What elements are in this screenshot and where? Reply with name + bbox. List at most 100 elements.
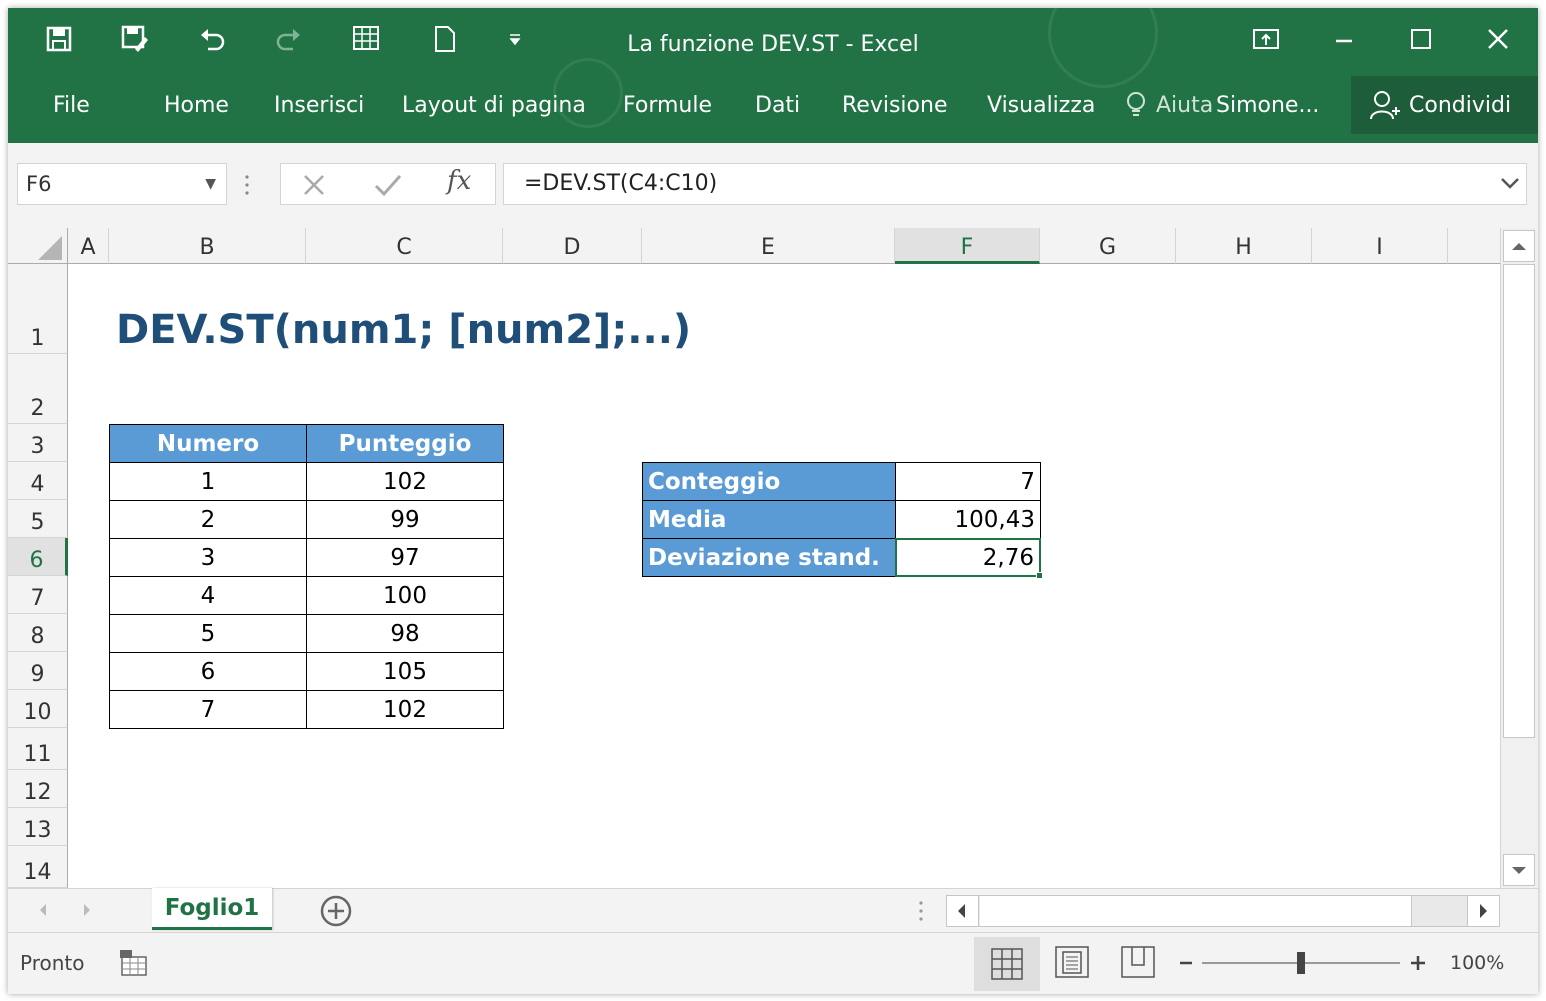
close-icon[interactable]: [1478, 22, 1518, 56]
row-header-4[interactable]: 4: [8, 462, 68, 500]
tab-inserisci[interactable]: Inserisci: [274, 93, 364, 118]
stats-value-conteggio[interactable]: 7: [895, 462, 1041, 501]
row-header-1[interactable]: 1: [8, 264, 68, 354]
stats-value-deviazione-active-cell[interactable]: 2,76: [895, 538, 1041, 577]
maximize-icon[interactable]: [1401, 22, 1441, 56]
row-header-13[interactable]: 13: [8, 808, 68, 846]
worksheet-grid[interactable]: A B C D E F G H I 1 2 3 4 5 6 7 8 9 10 1…: [8, 228, 1500, 888]
tab-layout-di-pagina[interactable]: Layout di pagina: [402, 93, 586, 118]
minimize-icon[interactable]: [1324, 22, 1364, 56]
page-layout-icon[interactable]: [1054, 945, 1090, 985]
scroll-right-icon[interactable]: [1467, 896, 1499, 926]
cancel-icon[interactable]: [301, 172, 327, 202]
row-header-3[interactable]: 3: [8, 424, 68, 462]
table-cell-numero[interactable]: 5: [109, 614, 307, 653]
macro-recording-icon[interactable]: [118, 947, 150, 983]
page-break-preview-icon[interactable]: [1120, 945, 1156, 985]
column-header-i[interactable]: I: [1312, 228, 1448, 264]
column-header-c[interactable]: C: [306, 228, 503, 264]
sheet-heading[interactable]: DEV.ST(num1; [num2];...): [116, 302, 691, 358]
tab-dati[interactable]: Dati: [755, 93, 800, 118]
split-handle-icon[interactable]: [918, 899, 924, 927]
column-header-e[interactable]: E: [642, 228, 895, 264]
table-cell-numero[interactable]: 1: [109, 462, 307, 501]
select-all-corner[interactable]: [8, 228, 68, 264]
stats-label-media[interactable]: Media: [642, 500, 896, 539]
column-header-g[interactable]: G: [1040, 228, 1176, 264]
zoom-slider[interactable]: [1202, 952, 1400, 974]
scroll-sheets-right-icon[interactable]: [80, 901, 94, 923]
table-cell-punteggio[interactable]: 105: [306, 652, 504, 691]
table-cell-numero[interactable]: 3: [109, 538, 307, 577]
row-header-12[interactable]: 12: [8, 770, 68, 808]
share-label: Condividi: [1409, 92, 1512, 118]
tab-file[interactable]: File: [53, 93, 90, 118]
table-cell-numero[interactable]: 2: [109, 500, 307, 539]
add-sheet-icon[interactable]: [318, 893, 354, 933]
enter-icon[interactable]: [373, 172, 403, 202]
row-header-9[interactable]: 9: [8, 652, 68, 690]
tab-visualizza[interactable]: Visualizza: [987, 93, 1095, 118]
sheet-tab-foglio1[interactable]: Foglio1: [152, 888, 272, 930]
stats-value-media[interactable]: 100,43: [895, 500, 1041, 539]
name-box[interactable]: F6 ▼: [17, 163, 227, 205]
horizontal-scrollbar[interactable]: [946, 895, 1500, 927]
horizontal-scroll-thumb[interactable]: [980, 896, 1412, 926]
tab-revisione[interactable]: Revisione: [842, 93, 947, 118]
table-cell-punteggio[interactable]: 98: [306, 614, 504, 653]
formula-input[interactable]: =DEV.ST(C4:C10): [503, 163, 1527, 205]
row-header-10[interactable]: 10: [8, 690, 68, 728]
row-header-6[interactable]: 6: [8, 538, 68, 576]
vertical-scrollbar[interactable]: [1500, 228, 1538, 888]
row-header-11[interactable]: 11: [8, 728, 68, 770]
user-account[interactable]: Simone...: [1216, 93, 1319, 118]
share-button[interactable]: Condividi: [1351, 76, 1538, 134]
zoom-slider-thumb[interactable]: [1297, 952, 1305, 974]
table-cell-punteggio[interactable]: 102: [306, 462, 504, 501]
chevron-down-icon[interactable]: ▼: [205, 164, 216, 204]
tab-formule[interactable]: Formule: [623, 93, 712, 118]
row-header-7[interactable]: 7: [8, 576, 68, 614]
zoom-level[interactable]: 100%: [1450, 952, 1504, 974]
window-title: La funzione DEV.ST - Excel: [627, 32, 919, 57]
table-cell-numero[interactable]: 6: [109, 652, 307, 691]
stats-label-conteggio[interactable]: Conteggio: [642, 462, 896, 501]
sheet-tabs-bar: Foglio1: [8, 888, 1538, 932]
tell-me-search[interactable]: Aiuta: [1156, 93, 1212, 118]
scroll-up-icon[interactable]: [1503, 230, 1535, 262]
table-cell-numero[interactable]: 7: [109, 690, 307, 729]
row-header-8[interactable]: 8: [8, 614, 68, 652]
stats-label-deviazione[interactable]: Deviazione stand.: [642, 538, 896, 577]
table-cell-punteggio[interactable]: 99: [306, 500, 504, 539]
resize-handle-icon[interactable]: [244, 173, 250, 197]
column-header-f[interactable]: F: [895, 228, 1040, 264]
normal-view-button[interactable]: [974, 937, 1040, 991]
zoom-in-icon[interactable]: [1408, 953, 1428, 977]
table-cell-punteggio[interactable]: 102: [306, 690, 504, 729]
status-bar: Pronto 100%: [8, 932, 1538, 994]
row-header-14[interactable]: 14: [8, 846, 68, 888]
column-header-h[interactable]: H: [1176, 228, 1312, 264]
insert-function-icon[interactable]: fx: [447, 166, 471, 196]
table-cell-numero[interactable]: 4: [109, 576, 307, 615]
row-header-2[interactable]: 2: [8, 354, 68, 424]
vertical-scroll-thumb[interactable]: [1503, 264, 1535, 738]
column-header-a[interactable]: A: [68, 228, 109, 264]
fill-handle[interactable]: [1036, 572, 1043, 579]
lightbulb-icon[interactable]: [1126, 90, 1146, 122]
user-add-icon: [1370, 91, 1400, 120]
table-header-numero[interactable]: Numero: [109, 424, 307, 463]
table-cell-punteggio[interactable]: 97: [306, 538, 504, 577]
expand-formula-bar-icon[interactable]: [1500, 175, 1520, 194]
zoom-out-icon[interactable]: [1178, 953, 1194, 977]
tab-home[interactable]: Home: [164, 93, 229, 118]
scroll-sheets-left-icon[interactable]: [36, 901, 50, 923]
table-cell-punteggio[interactable]: 100: [306, 576, 504, 615]
column-header-d[interactable]: D: [503, 228, 642, 264]
table-header-punteggio[interactable]: Punteggio: [306, 424, 504, 463]
row-header-5[interactable]: 5: [8, 500, 68, 538]
scroll-down-icon[interactable]: [1503, 854, 1535, 886]
ribbon-display-options-icon[interactable]: [1246, 22, 1286, 56]
scroll-left-icon[interactable]: [947, 896, 979, 926]
column-header-b[interactable]: B: [109, 228, 306, 264]
